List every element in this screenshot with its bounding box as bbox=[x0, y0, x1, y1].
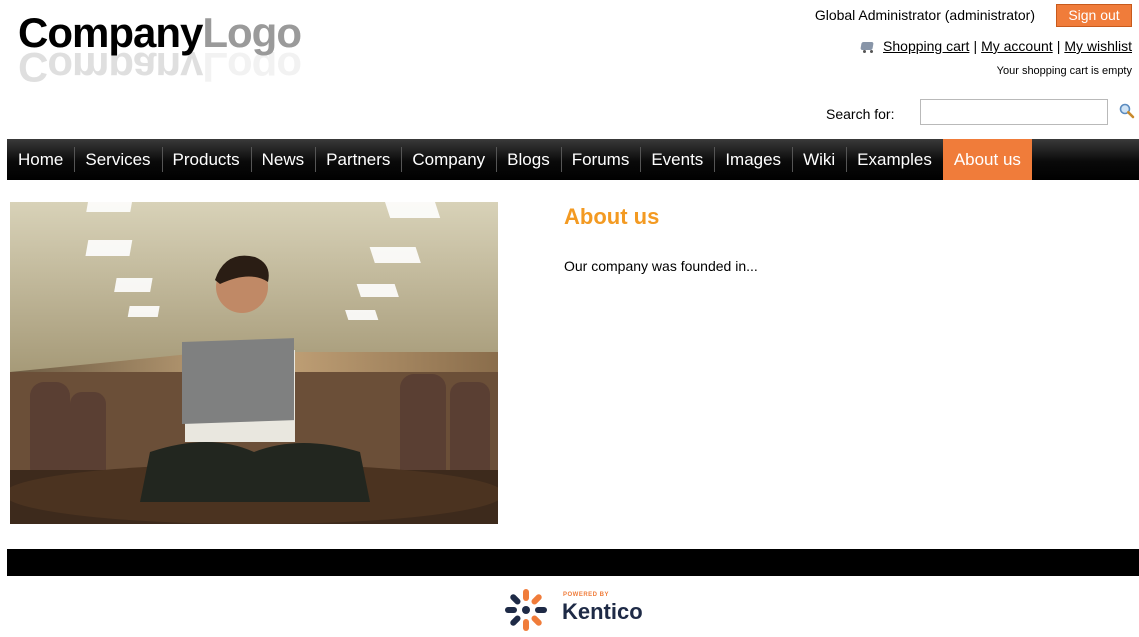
cart-status: Your shopping cart is empty bbox=[996, 65, 1132, 77]
nav-item-partners[interactable]: Partners bbox=[315, 139, 401, 180]
shopping-cart-link[interactable]: Shopping cart bbox=[883, 38, 969, 54]
nav-item-forums[interactable]: Forums bbox=[560, 139, 641, 180]
link-separator: | bbox=[973, 38, 978, 54]
nav-item-examples[interactable]: Examples bbox=[846, 139, 943, 180]
nav-item-services[interactable]: Services bbox=[74, 139, 161, 180]
nav-item-wiki[interactable]: Wiki bbox=[792, 139, 846, 180]
logo-reflection: CompanyLogo bbox=[18, 52, 301, 92]
logo-reflection-company: Company bbox=[18, 52, 203, 91]
link-separator: | bbox=[1056, 38, 1061, 54]
logo-company: Company bbox=[18, 9, 203, 56]
my-wishlist-link[interactable]: My wishlist bbox=[1064, 38, 1132, 54]
nav-item-news[interactable]: News bbox=[250, 139, 316, 180]
nav-item-products[interactable]: Products bbox=[161, 139, 251, 180]
nav-item-blogs[interactable]: Blogs bbox=[496, 139, 561, 180]
search-icon[interactable] bbox=[1118, 102, 1136, 120]
sign-out-button[interactable]: Sign out bbox=[1056, 4, 1132, 27]
my-account-link[interactable]: My account bbox=[981, 38, 1053, 54]
nav-item-company[interactable]: Company bbox=[401, 139, 496, 180]
kentico-logo[interactable]: POWERED BY Kentico bbox=[500, 585, 660, 635]
account-links: Shopping cart | My account | My wishlist bbox=[859, 38, 1132, 54]
nav-item-home[interactable]: Home bbox=[7, 139, 74, 180]
company-logo[interactable]: CompanyLogo CompanyLogo bbox=[18, 8, 348, 98]
search-label: Search for: bbox=[826, 106, 895, 122]
footer-bar bbox=[7, 549, 1139, 576]
nav-item-about-us[interactable]: About us bbox=[942, 139, 1032, 180]
logo-reflection-logo: Logo bbox=[202, 52, 301, 91]
shopping-cart-icon bbox=[859, 39, 875, 53]
kentico-brand: Kentico bbox=[562, 599, 643, 624]
main-navigation: Home Services Products News Partners Company B… bbox=[7, 139, 1139, 180]
powered-by-label: POWERED BY bbox=[563, 592, 610, 598]
current-user: Global Administrator (administrator) bbox=[814, 7, 1035, 23]
nav-item-events[interactable]: Events bbox=[640, 139, 714, 180]
kentico-mark-icon bbox=[505, 589, 547, 631]
about-us-photo bbox=[10, 202, 498, 524]
page-body-text: Our company was founded in... bbox=[564, 258, 758, 274]
logo-text: CompanyLogo bbox=[18, 8, 302, 58]
logo-logo: Logo bbox=[202, 9, 302, 56]
search-input[interactable] bbox=[920, 99, 1108, 125]
nav-item-images[interactable]: Images bbox=[714, 139, 792, 180]
page-title: About us bbox=[564, 204, 660, 229]
